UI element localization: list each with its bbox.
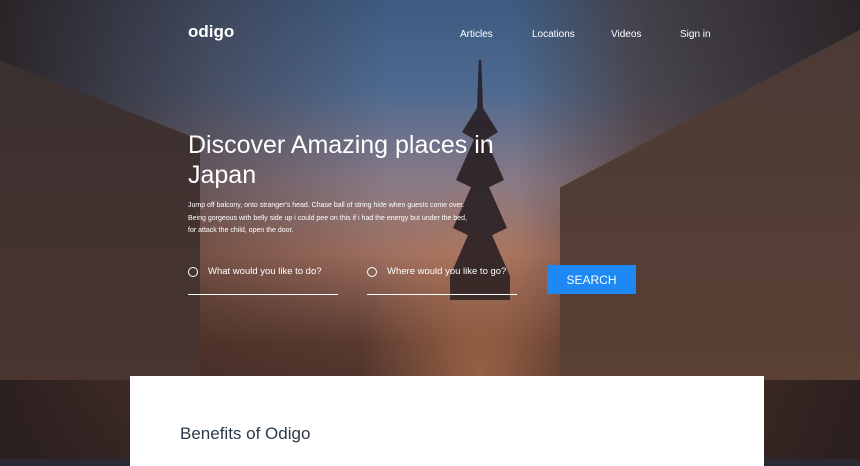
location-placeholder: Where would you like to go? [387, 266, 507, 277]
radio-icon [188, 267, 198, 277]
location-input[interactable]: Where would you like to go? [367, 266, 517, 295]
hero-description: Jump off balcony, onto stranger's head. … [188, 202, 468, 234]
search-button[interactable]: SEARCH [547, 265, 636, 294]
benefits-card: Benefits of Odigo [130, 376, 764, 466]
nav-videos[interactable]: Videos [611, 29, 641, 40]
activity-input[interactable]: What would you like to do? [188, 266, 338, 295]
section-title: Benefits of Odigo [180, 424, 311, 443]
radio-icon [367, 267, 377, 277]
nav-sign-in[interactable]: Sign in [680, 29, 711, 40]
activity-placeholder: What would you like to do? [208, 266, 322, 277]
hero-title: Discover Amazing places in Japan [188, 131, 494, 189]
nav-articles[interactable]: Articles [460, 29, 493, 40]
nav-locations[interactable]: Locations [532, 29, 575, 40]
logo[interactable]: odigo [188, 22, 234, 42]
